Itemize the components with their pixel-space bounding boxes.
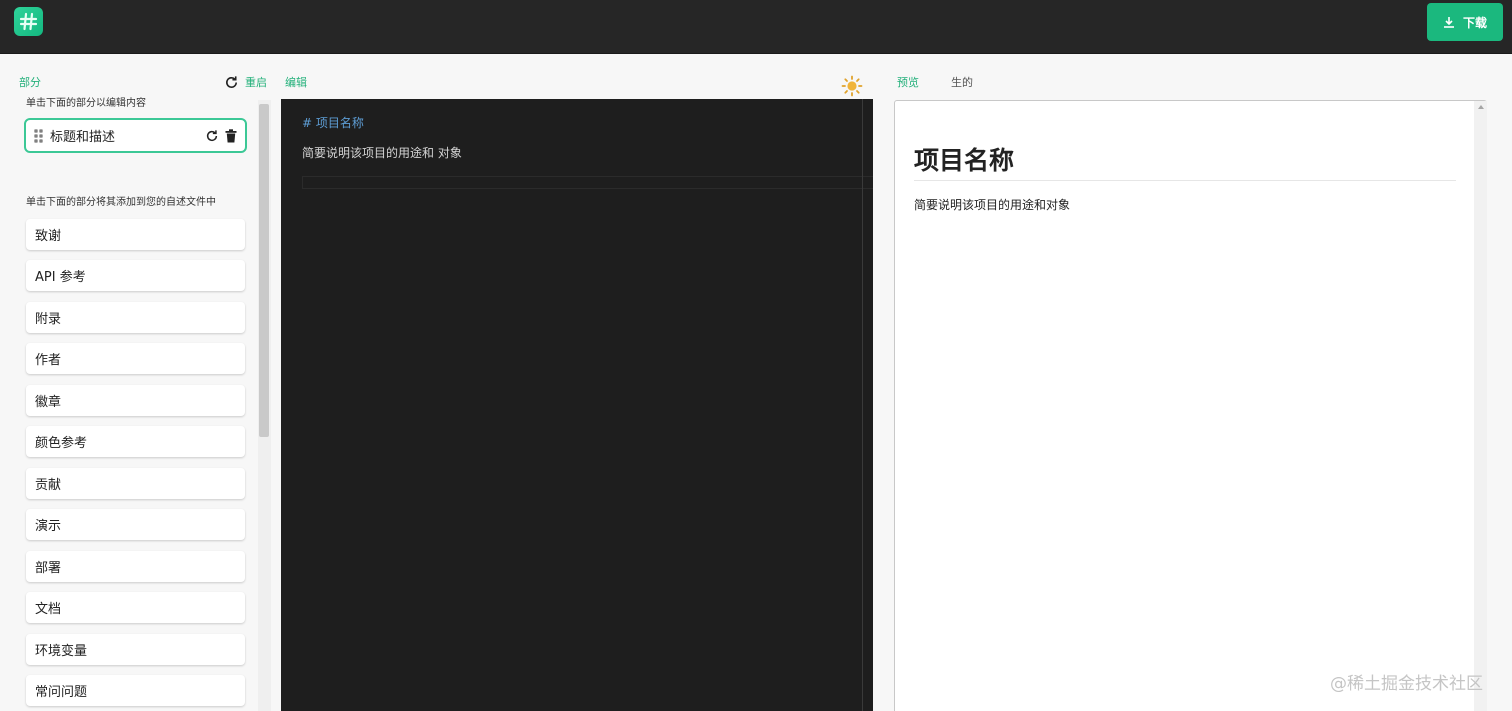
watermark: @稀土掘金技术社区 — [1330, 674, 1483, 694]
section-item[interactable]: 环境变量 — [26, 634, 245, 665]
download-label: 下载 — [1462, 15, 1487, 30]
sidebar-scrollbar-thumb[interactable] — [259, 104, 269, 437]
download-button[interactable]: 下载 — [1427, 3, 1503, 41]
section-item[interactable]: 贡献 — [26, 468, 245, 499]
top-bar: 下载 — [0, 0, 1512, 54]
preview-body: 简要说明该项目的用途和对象 — [914, 198, 1071, 212]
tab-preview[interactable]: 预览 — [897, 74, 919, 90]
editor-title: 编辑 — [285, 76, 307, 89]
section-item[interactable]: 演示 — [26, 509, 245, 540]
download-icon — [1443, 17, 1454, 28]
preview-scrollbar[interactable] — [1474, 101, 1487, 711]
section-item[interactable]: 致谢 — [26, 219, 245, 250]
section-item[interactable]: 附录 — [26, 302, 245, 333]
preview-divider — [914, 180, 1456, 181]
section-item[interactable]: 文档 — [26, 592, 245, 623]
markdown-editor[interactable]: # 项目名称 简要说明该项目的用途和 对象 — [281, 99, 873, 711]
section-item[interactable]: 部署 — [26, 551, 245, 582]
preview-heading: 项目名称 — [914, 146, 1015, 175]
scroll-up-arrow-icon[interactable] — [1478, 105, 1484, 109]
preview-pane: 项目名称 简要说明该项目的用途和对象 — [894, 100, 1487, 711]
trash-icon[interactable] — [225, 128, 237, 143]
reset-section-icon[interactable] — [205, 129, 219, 143]
sections-title: 部分 — [19, 76, 41, 89]
selected-section-item[interactable]: 标题和描述 — [24, 118, 247, 153]
selected-section-label: 标题和描述 — [50, 130, 116, 145]
edit-hint: 单击下面的部分以编辑内容 — [26, 98, 146, 109]
editor-current-line[interactable] — [302, 176, 873, 189]
editor-line-heading[interactable]: # 项目名称 — [302, 114, 364, 131]
hash-icon — [19, 12, 38, 31]
reset-label: 重启 — [245, 76, 267, 89]
sun-icon[interactable] — [841, 75, 863, 97]
section-item[interactable]: API 参考 — [26, 260, 245, 291]
section-item[interactable]: 常问问题 — [26, 675, 245, 706]
app-logo[interactable] — [14, 7, 43, 36]
add-hint: 单击下面的部分将其添加到您的自述文件中 — [26, 197, 216, 208]
section-item[interactable]: 作者 — [26, 343, 245, 374]
editor-line-body[interactable]: 简要说明该项目的用途和 对象 — [302, 144, 462, 161]
reset-button[interactable]: 重启 — [224, 74, 267, 90]
editor-scrollbar[interactable] — [862, 99, 863, 711]
refresh-icon — [226, 75, 237, 88]
tab-raw[interactable]: 生的 — [951, 74, 973, 90]
drag-handle-icon[interactable] — [34, 129, 44, 143]
section-item[interactable]: 徽章 — [26, 385, 245, 416]
section-item[interactable]: 颜色参考 — [26, 426, 245, 457]
